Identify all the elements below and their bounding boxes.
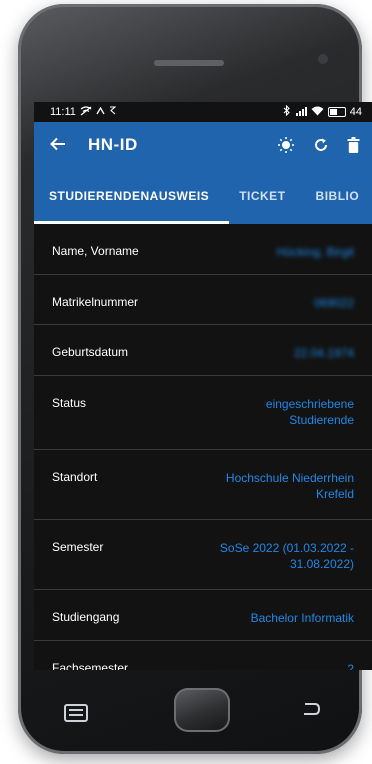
data-icon [109,106,117,118]
wifi-icon [311,106,324,119]
hardware-nav-bar [34,680,334,740]
list-item: Status eingeschriebene Studierende [34,376,372,450]
field-value-line: eingeschriebene [265,397,354,411]
bluetooth-icon [283,104,291,119]
wifi-off-icon [80,105,92,119]
redacted-value: Hücking, Birgit [276,245,354,259]
field-value: eingeschriebene Studierende [266,376,354,428]
status-bar: 11:11 44 [34,102,372,122]
battery-icon [327,107,346,117]
field-value-line: 31.08.2022) [289,557,354,571]
field-value: 069022 [314,275,354,311]
tab-studierendenausweis[interactable]: STUDIERENDENAUSWEIS [34,168,224,224]
refresh-icon[interactable] [313,137,329,153]
list-item: Studiengang Bachelor Informatik [34,590,372,641]
active-tab-indicator [34,221,229,224]
clock: 11:11 [50,106,76,118]
app-screen: 11:11 44 HN-ID STUDIERENDENAUSWEIS TICKE… [34,102,372,670]
field-label: Studiengang [52,610,120,624]
earpiece-speaker [154,60,224,66]
field-label: Name, Vorname [52,244,139,258]
field-value: 2 [347,662,354,670]
tab-ticket[interactable]: TICKET [224,168,300,224]
field-label: Standort [52,470,98,484]
page-title: HN-ID [88,135,138,154]
field-value: 22.04.1974 [294,325,354,361]
field-value-line: Krefeld [315,487,354,501]
arrow-left-icon[interactable] [50,135,88,156]
field-label: Fachsemester [52,661,129,670]
field-value-line: Hochschule Niederrhein [225,471,354,485]
home-button[interactable] [174,688,230,732]
status-right: 44 [283,104,362,119]
tab-biblio[interactable]: BIBLIO [301,168,372,224]
field-label: Semester [52,540,104,554]
field-value: Bachelor Informatik [250,611,354,625]
back-icon[interactable] [302,702,321,716]
student-id-details: Name, Vorname Hücking, Birgit Matrikelnu… [34,224,372,670]
list-item: Standort Hochschule Niederrhein Krefeld [34,450,372,520]
list-item: Matrikelnummer 069022 [34,275,372,325]
field-value: Hochschule Niederrhein Krefeld [226,450,354,502]
status-left: 11:11 [50,105,117,119]
redacted-value: 22.04.1974 [293,346,354,360]
upload-icon [96,106,105,118]
field-label: Status [52,396,87,410]
menu-icon[interactable] [64,704,88,722]
delete-icon[interactable] [347,137,360,153]
list-item: Semester SoSe 2022 (01.03.2022 - 31.08.2… [34,520,372,590]
battery-percent: 44 [349,106,362,118]
front-camera [318,54,328,64]
list-item: Geburtsdatum 22.04.1974 [34,325,372,376]
field-value-line: Studierende [289,413,354,427]
app-bar: HN-ID [34,122,372,168]
signal-icon [295,106,307,119]
field-label: Matrikelnummer [52,295,139,309]
field-value: SoSe 2022 (01.03.2022 - 31.08.2022) [220,520,354,572]
field-value-line: SoSe 2022 (01.03.2022 - [219,541,354,555]
list-item: Name, Vorname Hücking, Birgit [34,224,372,275]
brightness-icon[interactable] [277,136,295,154]
tab-bar: STUDIERENDENAUSWEIS TICKET BIBLIO [34,168,372,224]
list-item: Fachsemester 2 [34,641,372,670]
app-bar-actions [277,136,360,154]
field-label: Geburtsdatum [52,345,129,359]
redacted-value: 069022 [313,296,354,310]
field-value: Hücking, Birgit [277,224,354,260]
